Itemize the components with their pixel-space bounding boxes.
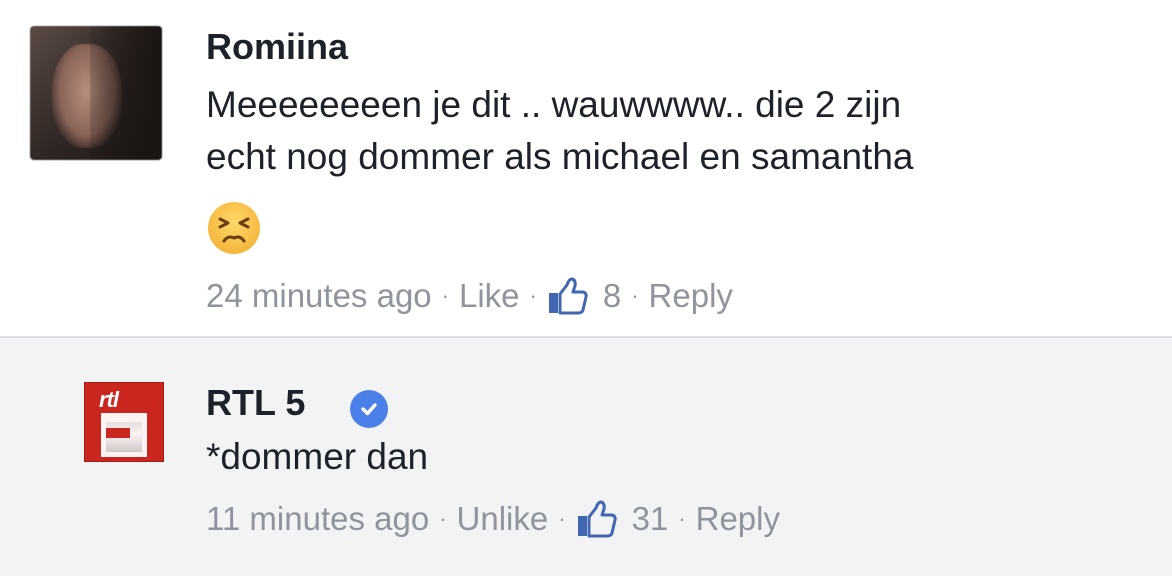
thumbs-up-icon[interactable] <box>576 499 618 539</box>
comment-timestamp[interactable]: 11 minutes ago <box>206 500 429 538</box>
rtl-logo-text: rtl <box>99 387 119 412</box>
like-count[interactable]: 31 <box>632 500 669 538</box>
like-count[interactable]: 8 <box>603 277 621 315</box>
separator-dot: · <box>678 506 686 531</box>
persevering-face-emoji <box>208 202 260 254</box>
thumbs-up-icon[interactable] <box>547 276 589 316</box>
comment-meta: 11 minutes ago · Unlike · 31 · Reply <box>206 499 780 539</box>
separator-dot: · <box>441 283 449 308</box>
unlike-button[interactable]: Unlike <box>457 500 549 538</box>
separator-dot: · <box>631 283 639 308</box>
reply-button[interactable]: Reply <box>696 500 780 538</box>
comment-romiina: Romiina Meeeeeeeen je dit .. wauwwww.. d… <box>0 0 1172 336</box>
separator-dot: · <box>529 283 537 308</box>
verified-badge-icon <box>350 390 388 428</box>
separator-dot: · <box>558 506 566 531</box>
comment-text-line: Meeeeeeeen je dit .. wauwwww.. die 2 zij… <box>206 84 902 125</box>
comment-text: Meeeeeeeen je dit .. wauwwww.. die 2 zij… <box>206 79 1166 183</box>
avatar-hair <box>90 26 162 160</box>
rtl5-logo-shape <box>101 413 147 457</box>
separator-dot: · <box>439 506 447 531</box>
avatar[interactable]: rtl <box>84 382 164 462</box>
comment-rtl5: rtl RTL 5 *dommer dan 11 minutes ago · U… <box>0 338 1172 576</box>
comment-author-name[interactable]: Romiina <box>206 26 348 68</box>
comment-text: *dommer dan <box>206 436 429 477</box>
comment-meta: 24 minutes ago · Like · 8 · Reply <box>206 276 733 316</box>
like-button[interactable]: Like <box>459 277 520 315</box>
avatar[interactable] <box>30 26 162 160</box>
reply-button[interactable]: Reply <box>649 277 733 315</box>
comment-timestamp[interactable]: 24 minutes ago <box>206 277 432 315</box>
comment-author-name[interactable]: RTL 5 <box>206 382 305 424</box>
comment-text-line: echt nog dommer als michael en samantha <box>206 136 914 177</box>
